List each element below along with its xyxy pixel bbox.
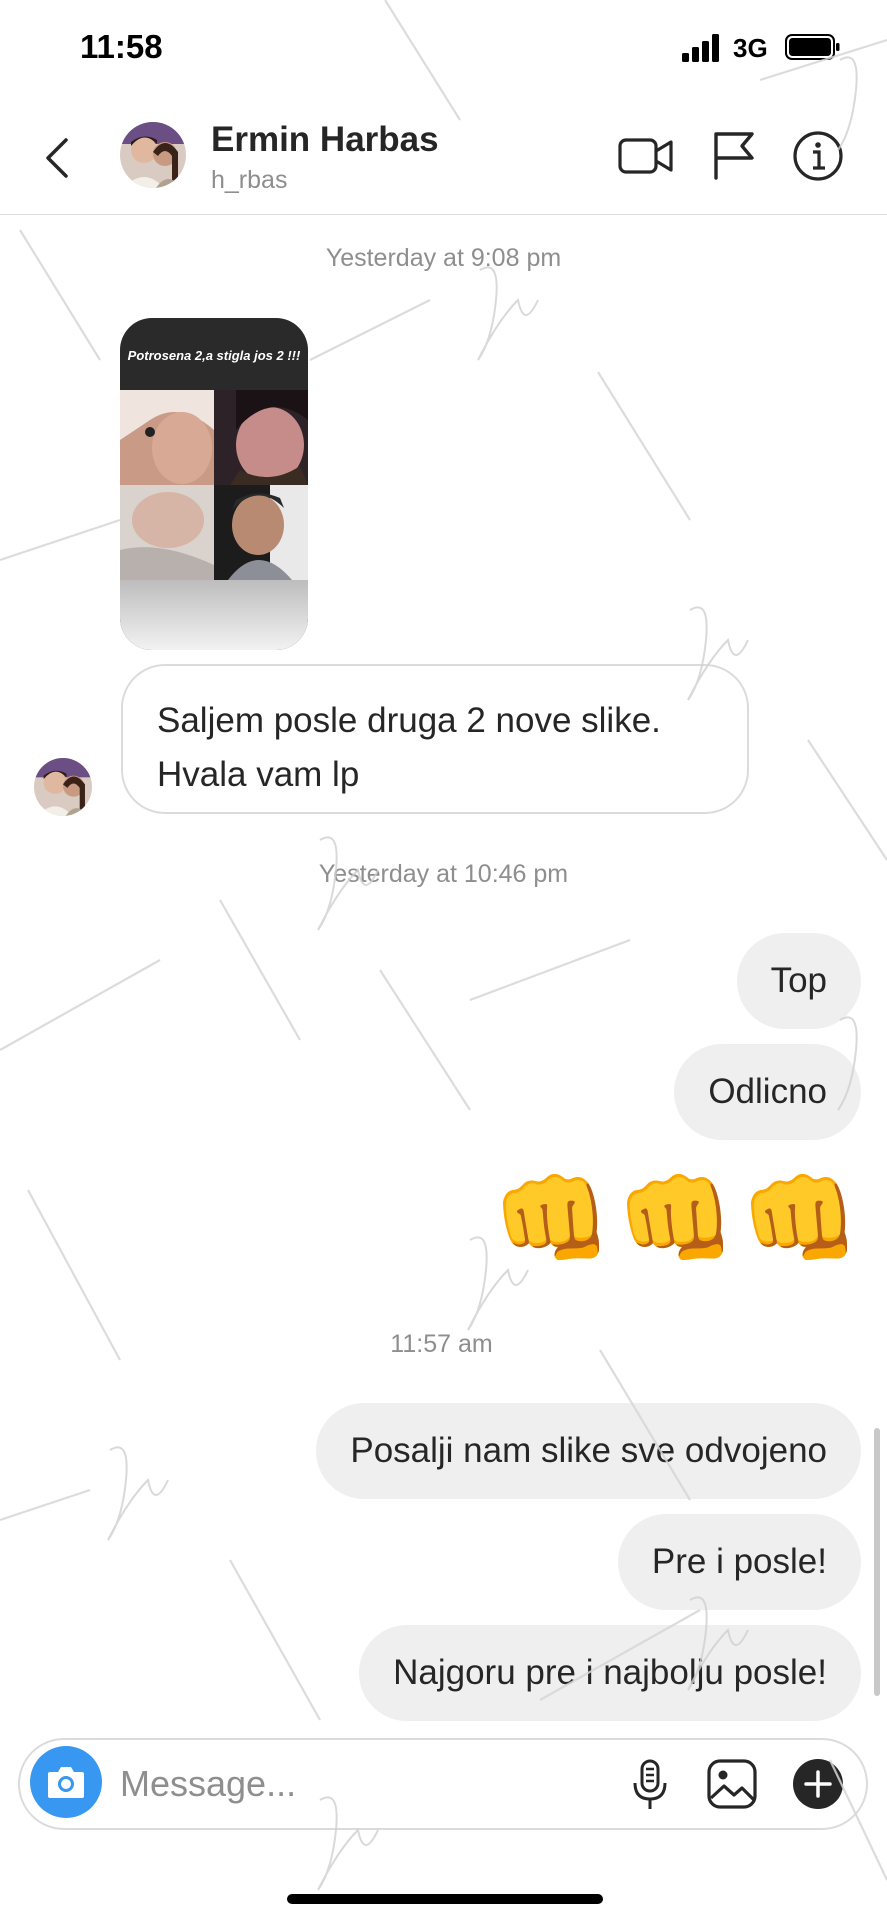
emoji-fist[interactable]: 👊 — [740, 1172, 860, 1268]
camera-icon — [48, 1767, 84, 1798]
contact-name[interactable]: Ermin Harbas — [211, 120, 439, 160]
message-line: Saljem posle druga 2 nove slike. — [157, 701, 661, 740]
timestamp: Yesterday at 9:08 pm — [325, 244, 562, 272]
story-photo-grid — [120, 390, 308, 580]
story-reply-card[interactable]: Potrosena 2,a stigla jos 2 !!! — [120, 318, 308, 650]
emoji-fist[interactable]: 👊 — [492, 1172, 612, 1268]
signal-icon — [682, 34, 719, 62]
contact-username[interactable]: h_rbas — [211, 166, 287, 195]
camera-button[interactable] — [30, 1746, 102, 1818]
timestamp: Yesterday at 10:46 pm — [318, 860, 569, 888]
incoming-message-bubble[interactable]: Saljem posle druga 2 nove slike. Hvala v… — [121, 664, 749, 814]
message-input[interactable] — [118, 1757, 602, 1811]
outgoing-message-bubble[interactable]: Pre i posle! — [617, 1514, 861, 1610]
message-line: Hvala vam lp — [157, 755, 360, 794]
network-label: 3G — [733, 33, 768, 63]
scroll-indicator[interactable] — [874, 1428, 880, 1696]
timestamp: 11:57 am — [390, 1330, 493, 1358]
avatar[interactable] — [120, 122, 186, 188]
outgoing-message-bubble[interactable]: Odlicno — [674, 1044, 861, 1140]
battery-icon — [785, 34, 840, 60]
chevron-left-icon[interactable] — [38, 134, 78, 182]
outgoing-message-bubble[interactable]: Najgoru pre i najbolju posle! — [359, 1625, 861, 1721]
story-caption: Potrosena 2,a stigla jos 2 !!! — [127, 348, 301, 363]
plus-icon[interactable] — [792, 1758, 844, 1810]
story-fade — [120, 580, 308, 650]
outgoing-message-bubble[interactable]: Top — [736, 933, 861, 1029]
emoji-fist[interactable]: 👊 — [616, 1172, 736, 1268]
status-time: 11:58 — [80, 28, 163, 65]
outgoing-message-bubble[interactable]: Posalji nam slike sve odvojeno — [316, 1403, 861, 1499]
microphone-icon[interactable] — [630, 1758, 670, 1812]
sender-avatar[interactable] — [34, 758, 92, 816]
info-icon[interactable] — [792, 130, 844, 182]
image-icon[interactable] — [706, 1758, 758, 1810]
flag-icon[interactable] — [712, 130, 756, 180]
home-indicator[interactable] — [287, 1894, 603, 1904]
video-camera-icon[interactable] — [618, 134, 674, 178]
